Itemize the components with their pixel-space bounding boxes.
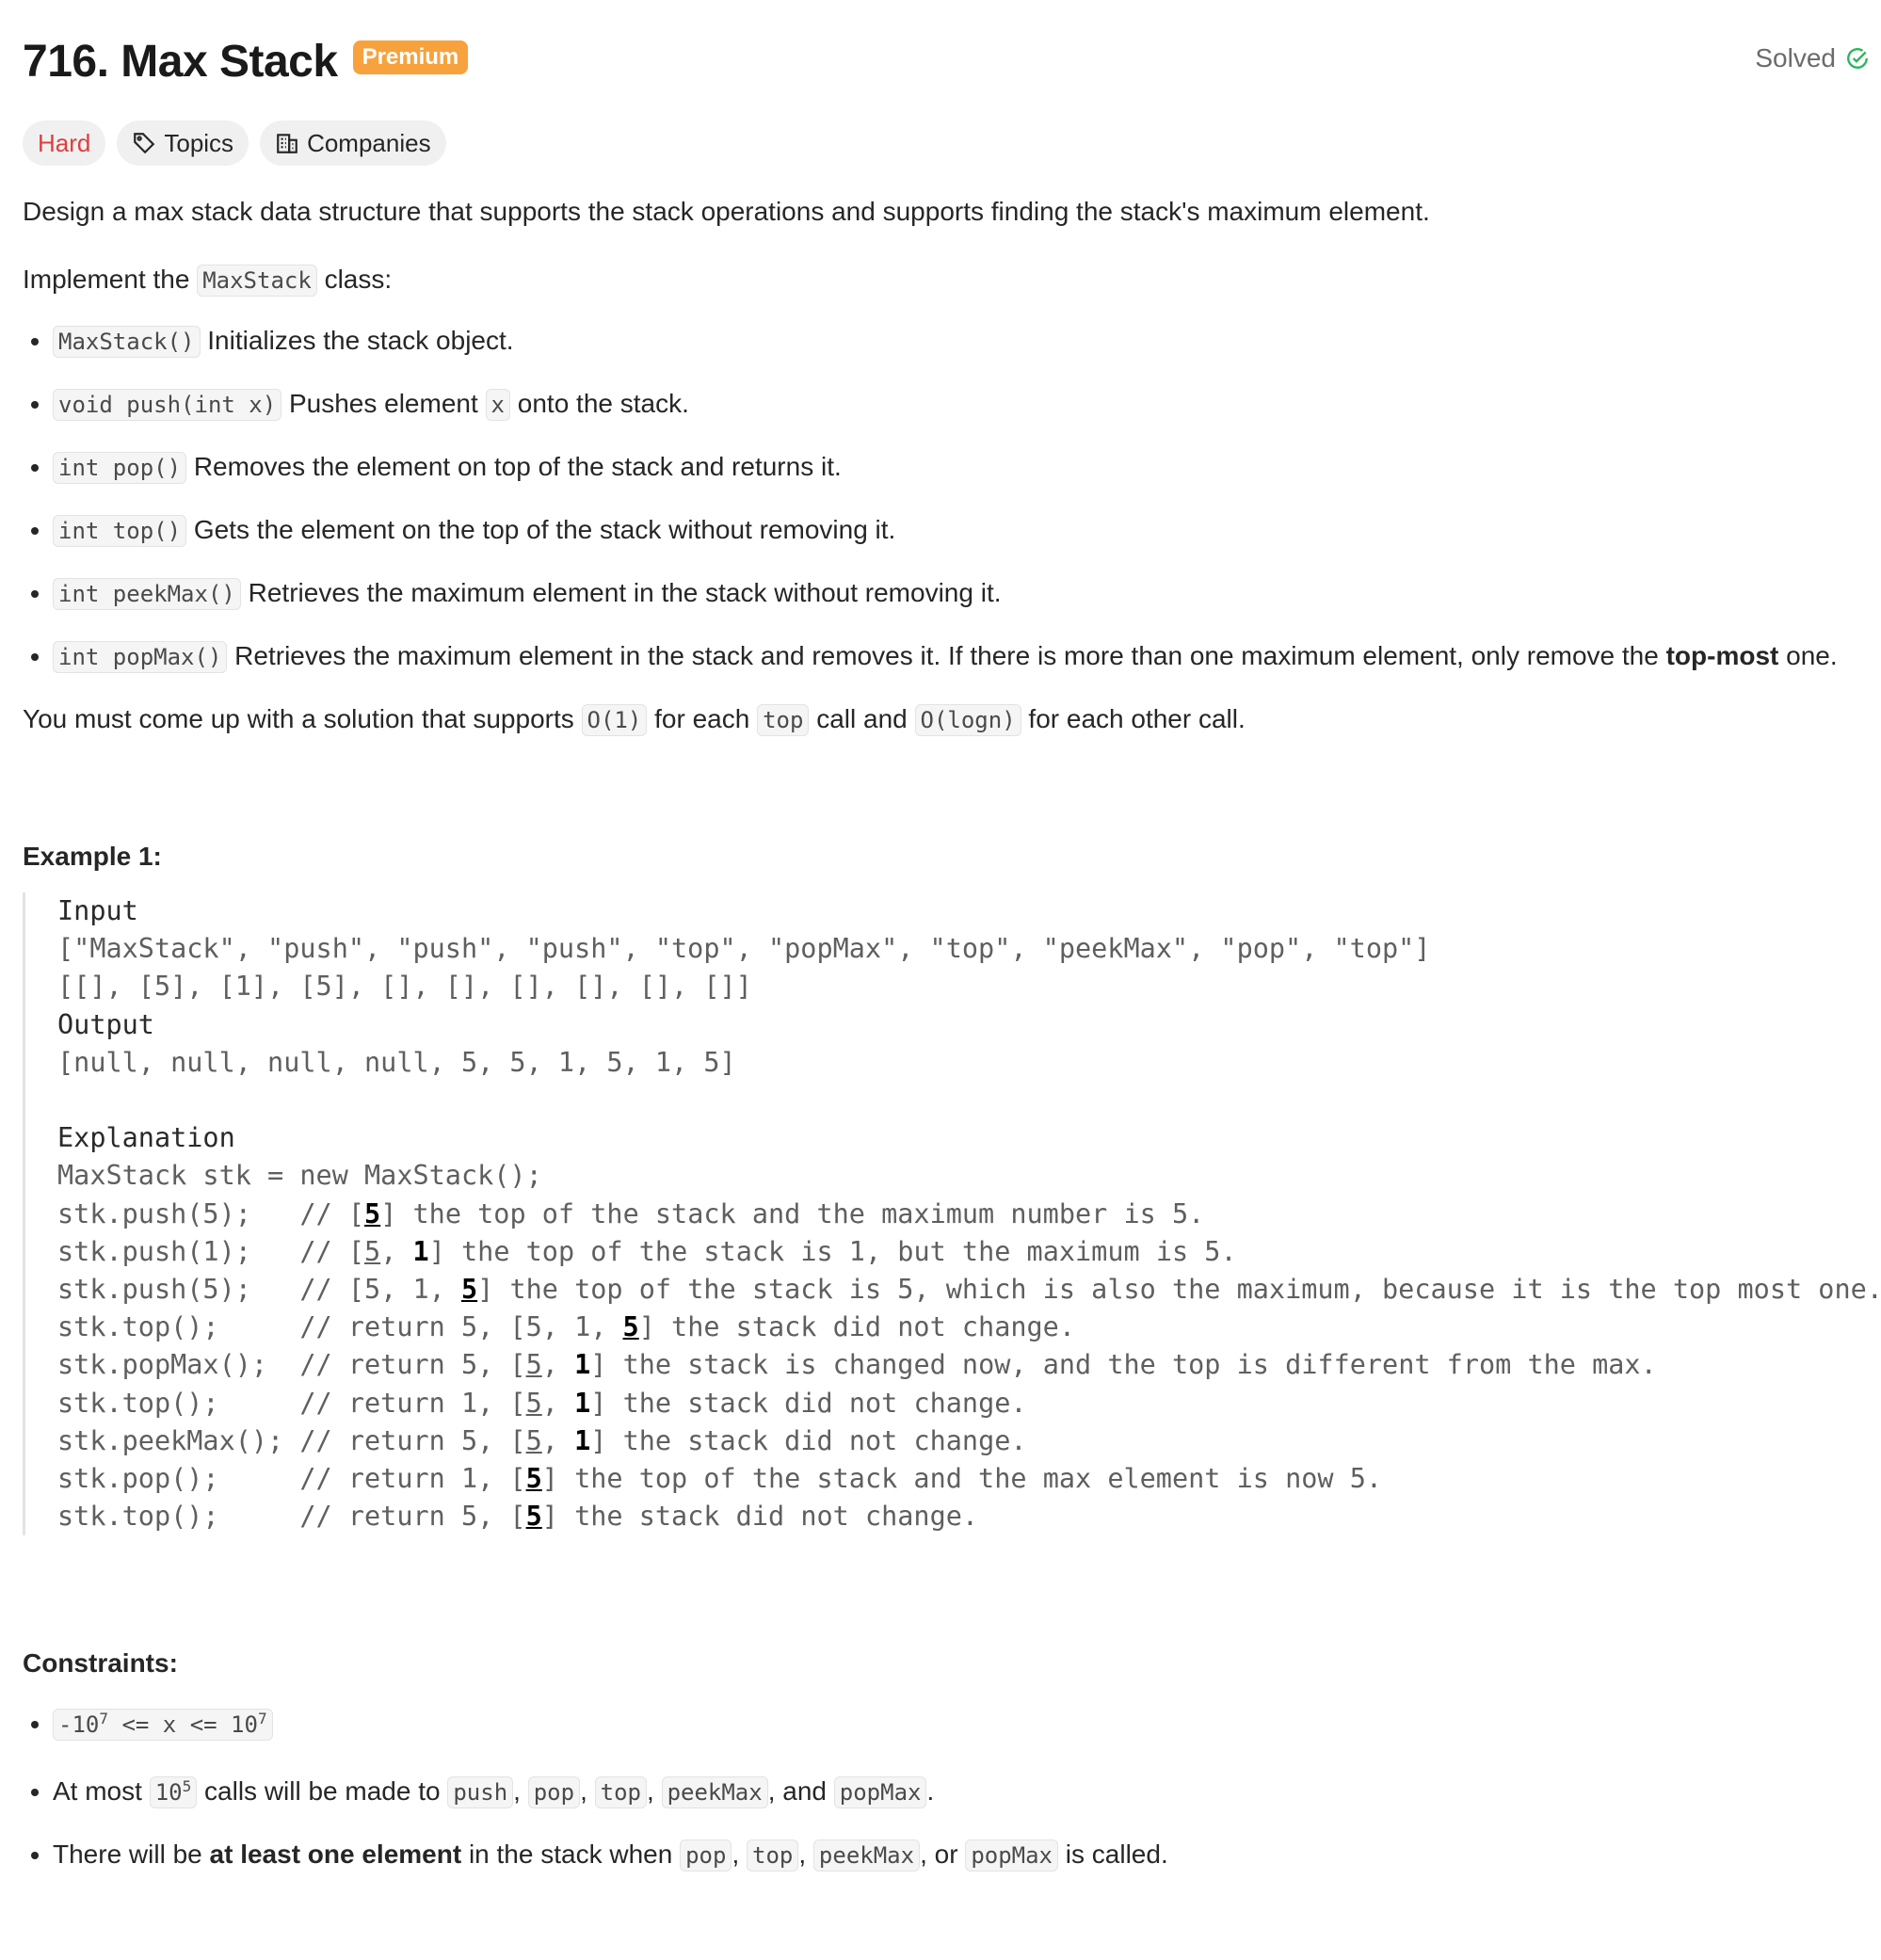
title-row: 716. Max Stack Premium bbox=[23, 0, 1858, 122]
page-title: 716. Max Stack bbox=[23, 36, 338, 87]
problem-page: 716. Max Stack Premium Solved Hard Topic… bbox=[0, 0, 1881, 1875]
constraints-list: -107 <= x <= 107 At most 105 calls will … bbox=[23, 1699, 1858, 1875]
topics-label: Topics bbox=[164, 128, 234, 157]
class-code: MaxStack bbox=[197, 265, 317, 297]
list-item: int peekMax() Retrieves the maximum elem… bbox=[53, 573, 1858, 614]
building-icon bbox=[277, 134, 297, 153]
list-item: void push(int x) Pushes element x onto t… bbox=[53, 384, 1858, 425]
complexity-note: You must come up with a solution that su… bbox=[23, 699, 1858, 740]
list-item: At most 105 calls will be made to push, … bbox=[53, 1767, 1858, 1812]
list-item: -107 <= x <= 107 bbox=[53, 1699, 1858, 1744]
companies-label: Companies bbox=[307, 128, 431, 157]
implement-text: Implement the MaxStack class: bbox=[23, 260, 1858, 300]
list-item: int top() Gets the element on the top of… bbox=[53, 510, 1858, 551]
example-title: Example 1: bbox=[23, 842, 162, 871]
tag-chips: Hard Topics Companies bbox=[23, 120, 1858, 166]
difficulty-chip[interactable]: Hard bbox=[23, 120, 106, 166]
check-circle-icon bbox=[1847, 48, 1868, 69]
premium-badge: Premium bbox=[352, 40, 469, 74]
solved-label: Solved bbox=[1755, 43, 1836, 72]
topics-chip[interactable]: Topics bbox=[117, 120, 249, 166]
list-item: int pop() Removes the element on top of … bbox=[53, 447, 1858, 488]
list-item: There will be at least one element in th… bbox=[53, 1835, 1858, 1875]
solved-status: Solved bbox=[1755, 43, 1870, 73]
description-text: Design a max stack data structure that s… bbox=[23, 197, 1430, 226]
list-item: int popMax() Retrieves the maximum eleme… bbox=[53, 636, 1858, 677]
tag-icon bbox=[134, 133, 155, 154]
list-item: MaxStack() Initializes the stack object. bbox=[53, 321, 1858, 361]
difficulty-label: Hard bbox=[38, 128, 91, 157]
method-list: MaxStack() Initializes the stack object.… bbox=[23, 321, 1858, 677]
companies-chip[interactable]: Companies bbox=[260, 120, 446, 166]
constraints-title: Constraints: bbox=[23, 1648, 178, 1679]
example-block: Input ["MaxStack", "push", "push", "push… bbox=[23, 892, 1881, 1536]
